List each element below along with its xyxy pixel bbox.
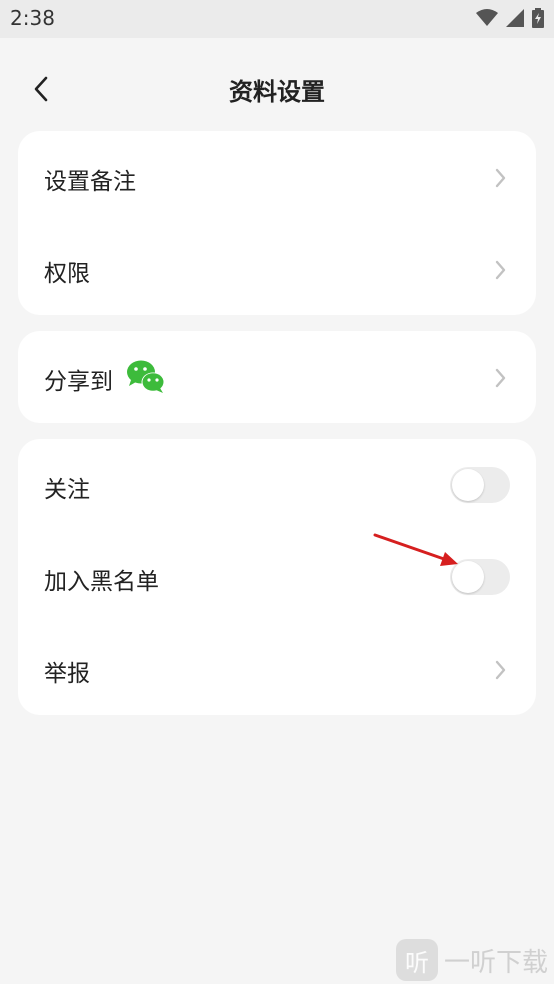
watermark-text: 一听下载 bbox=[443, 947, 548, 978]
annotation-arrow-icon bbox=[373, 533, 458, 566]
report-row[interactable]: 举报 bbox=[18, 623, 536, 715]
permissions-row[interactable]: 权限 bbox=[18, 223, 536, 315]
set-remark-row[interactable]: 设置备注 bbox=[18, 131, 536, 223]
status-time: 2:38 bbox=[10, 6, 55, 30]
toggle-knob bbox=[452, 469, 484, 501]
battery-icon bbox=[532, 8, 544, 28]
settings-card-3: 关注 加入黑名单 举报 bbox=[18, 439, 536, 715]
set-remark-label: 设置备注 bbox=[44, 169, 136, 195]
chevron-right-icon bbox=[495, 660, 506, 680]
report-label: 举报 bbox=[44, 661, 90, 687]
permissions-label: 权限 bbox=[44, 261, 90, 287]
share-to-row[interactable]: 分享到 bbox=[18, 331, 536, 423]
signal-icon bbox=[506, 9, 524, 27]
share-to-label: 分享到 bbox=[44, 369, 113, 395]
settings-card-2: 分享到 bbox=[18, 331, 536, 423]
settings-card-1: 设置备注 权限 bbox=[18, 131, 536, 315]
status-icons bbox=[476, 8, 544, 28]
chevron-right-icon bbox=[495, 368, 506, 388]
follow-toggle[interactable] bbox=[450, 467, 510, 503]
follow-label: 关注 bbox=[44, 477, 90, 503]
status-bar: 2:38 bbox=[0, 0, 554, 38]
watermark-logo: 听 bbox=[395, 939, 438, 981]
wechat-icon bbox=[127, 360, 165, 393]
chevron-right-icon bbox=[495, 168, 506, 188]
watermark: 听 一听下载 bbox=[395, 938, 548, 982]
chevron-right-icon bbox=[495, 260, 506, 280]
wifi-icon bbox=[476, 9, 498, 26]
follow-row: 关注 bbox=[18, 439, 536, 531]
page-title: 资料设置 bbox=[229, 78, 325, 106]
blacklist-label: 加入黑名单 bbox=[44, 569, 159, 595]
nav-bar: 资料设置 bbox=[0, 38, 554, 128]
